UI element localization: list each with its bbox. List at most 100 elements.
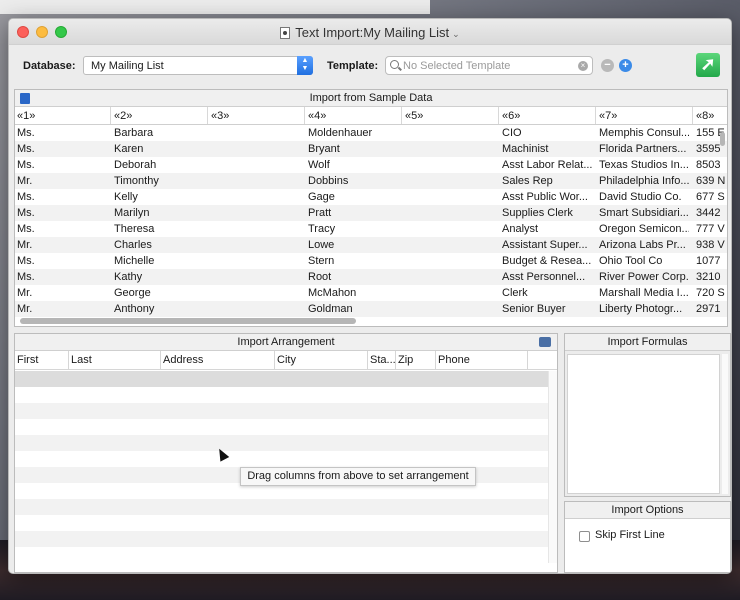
table-cell: Ms. (17, 207, 35, 219)
table-row[interactable] (15, 403, 548, 419)
table-row[interactable]: Ms. Kelly Gage Asst Public Wor... David Stud… (15, 189, 727, 205)
table-cell: Barbara (114, 127, 154, 139)
column-header[interactable]: «7» (599, 110, 617, 122)
table-cell: Supplies Clerk (502, 207, 573, 219)
column-header[interactable]: «3» (211, 110, 229, 122)
table-cell: Ms. (17, 127, 35, 139)
vertical-scrollbar[interactable] (548, 371, 557, 563)
sample-header: Import from Sample Data (15, 90, 727, 107)
options-header: Import Options (565, 502, 730, 519)
sample-rows: Ms. Barbara Moldenhauer CIO Memphis Consul..… (15, 125, 727, 317)
table-cell: Ms. (17, 159, 35, 171)
table-cell: 1077 (696, 255, 721, 267)
search-icon (390, 60, 399, 69)
table-cell: Machinist (502, 143, 549, 155)
sample-data-panel: Import from Sample Data «1» «2» «3» «4» … (14, 89, 728, 327)
sample-title: Import from Sample Data (309, 92, 433, 104)
table-cell: Lowe (308, 239, 335, 251)
table-cell: Mr. (17, 239, 33, 251)
add-template-button[interactable]: + (619, 59, 632, 72)
table-row[interactable]: Mr. Timonthy Dobbins Sales Rep Philadelphia … (15, 173, 727, 189)
template-placeholder: No Selected Template (403, 60, 511, 72)
field-header[interactable]: Address (163, 354, 203, 366)
table-row[interactable] (15, 531, 548, 547)
table-cell: 8503 (696, 159, 721, 171)
field-header[interactable]: Phone (438, 354, 470, 366)
vertical-scrollbar[interactable] (722, 354, 728, 494)
import-options-panel: Import Options Skip First Line (564, 501, 731, 573)
clear-icon[interactable]: × (578, 61, 588, 71)
field-header[interactable]: City (277, 354, 296, 366)
document-icon (280, 27, 291, 39)
table-cell: Theresa (114, 223, 155, 235)
table-row[interactable] (15, 499, 548, 515)
arrangement-hint-tooltip: Drag columns from above to set arrangeme… (240, 467, 476, 486)
sample-column-headers: «1» «2» «3» «4» «5» «6» «7» «8» (15, 107, 727, 125)
chevron-down-icon: ⌄ (452, 29, 460, 39)
table-row[interactable] (15, 419, 548, 435)
column-header[interactable]: «1» (17, 110, 35, 122)
table-cell: River Power Corp. (599, 271, 689, 283)
briefcase-icon[interactable] (539, 337, 551, 347)
import-formulas-panel: Import Formulas (564, 333, 731, 497)
table-row[interactable] (15, 387, 548, 403)
column-header[interactable]: «4» (308, 110, 326, 122)
arrangement-title: Import Arrangement (237, 336, 335, 348)
table-cell: Mr. (17, 303, 33, 315)
table-row[interactable] (15, 515, 548, 531)
table-cell: Budget & Resea... (502, 255, 592, 267)
table-cell: Stern (308, 255, 335, 267)
table-row[interactable] (15, 451, 548, 467)
table-cell: Marilyn (114, 207, 150, 219)
remove-template-button[interactable]: − (601, 59, 614, 72)
column-header[interactable]: «5» (405, 110, 423, 122)
horizontal-scrollbar[interactable] (20, 318, 356, 324)
table-cell: Arizona Labs Pr... (599, 239, 686, 251)
formulas-title: Import Formulas (607, 336, 688, 348)
table-cell: Wolf (308, 159, 330, 171)
table-row[interactable]: Mr. Charles Lowe Assistant Super... Arizona … (15, 237, 727, 253)
column-header[interactable]: «6» (502, 110, 520, 122)
field-header[interactable]: Sta... (370, 354, 396, 366)
table-cell: Florida Partners... (599, 143, 687, 155)
table-cell: Moldenhauer (308, 127, 373, 139)
table-row[interactable]: Ms. Deborah Wolf Asst Labor Relat... Texas S… (15, 157, 727, 173)
table-row[interactable]: Ms. Karen Bryant Machinist Florida Partners.… (15, 141, 727, 157)
table-row[interactable]: Ms. Kathy Root Asst Personnel... River Power… (15, 269, 727, 285)
vertical-scrollbar[interactable] (720, 132, 725, 146)
table-cell: Dobbins (308, 175, 349, 187)
toolbar: Database: My Mailing List ▲ ▼ Template: N… (9, 53, 731, 81)
database-popup[interactable]: My Mailing List ▲ ▼ (83, 56, 313, 75)
table-row[interactable]: Ms. Barbara Moldenhauer CIO Memphis Consul..… (15, 125, 727, 141)
database-label: Database: (23, 60, 76, 72)
table-row[interactable]: Mr. George McMahon Clerk Marshall Media I...… (15, 285, 727, 301)
table-row[interactable] (15, 547, 548, 563)
field-header[interactable]: Last (71, 354, 92, 366)
table-cell: Ms. (17, 223, 35, 235)
table-row[interactable] (15, 371, 548, 387)
table-cell: Ms. (17, 255, 35, 267)
table-row[interactable]: Mr. Anthony Goldman Senior Buyer Liberty Pho… (15, 301, 727, 317)
background-window (0, 0, 430, 14)
template-search-field[interactable]: No Selected Template × (385, 56, 593, 75)
table-row[interactable] (15, 435, 548, 451)
table-cell: Pratt (308, 207, 332, 219)
import-go-button[interactable]: ➚ (696, 53, 720, 77)
arrangement-header: Import Arrangement (15, 334, 557, 351)
title-bar[interactable]: Text Import:My Mailing List ⌄ (9, 19, 731, 45)
table-cell: McMahon (308, 287, 357, 299)
field-header[interactable]: Zip (398, 354, 413, 366)
table-row[interactable]: Ms. Marilyn Pratt Supplies Clerk Smart Subsi… (15, 205, 727, 221)
table-row[interactable]: Ms. Michelle Stern Budget & Resea... Ohio To… (15, 253, 727, 269)
skip-first-line-label[interactable]: Skip First Line (595, 529, 665, 541)
column-header[interactable]: «2» (114, 110, 132, 122)
formulas-list[interactable] (567, 354, 720, 494)
table-cell: Kathy (114, 271, 143, 283)
window-title[interactable]: Text Import:My Mailing List ⌄ (9, 25, 731, 40)
field-header[interactable]: First (17, 354, 38, 366)
table-row[interactable]: Ms. Theresa Tracy Analyst Oregon Semicon... 7… (15, 221, 727, 237)
skip-first-line-checkbox[interactable] (579, 531, 590, 542)
table-cell: Assistant Super... (502, 239, 588, 251)
table-cell: Memphis Consul... (599, 127, 689, 139)
column-header[interactable]: «8» (696, 110, 714, 122)
